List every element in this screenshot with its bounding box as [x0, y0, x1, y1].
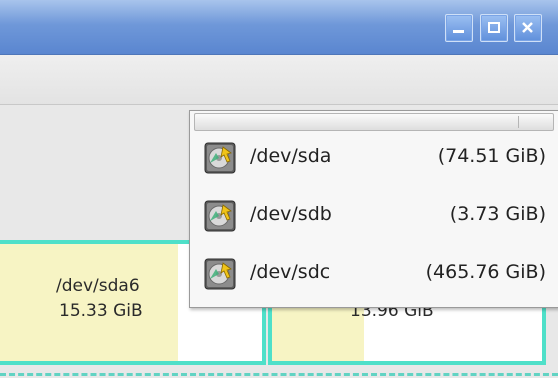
minimize-button[interactable]	[445, 14, 473, 42]
close-icon	[522, 22, 533, 33]
harddisk-icon	[204, 200, 236, 232]
partition-map-bottom-line	[0, 373, 558, 376]
partition-size: 15.33 GiB	[59, 301, 143, 321]
minimize-icon	[453, 30, 464, 33]
maximize-icon	[488, 22, 500, 33]
device-item-sda[interactable]: /dev/sda (74.51 GiB)	[190, 131, 558, 187]
toolbar	[0, 55, 558, 105]
maximize-button[interactable]	[480, 14, 508, 42]
device-size: (465.76 GiB)	[425, 261, 546, 283]
device-label: /dev/sdc	[250, 261, 331, 283]
partition-name: /dev/sda6	[56, 276, 140, 296]
close-button[interactable]	[514, 14, 542, 42]
device-label: /dev/sda	[250, 145, 332, 167]
device-size: (3.73 GiB)	[449, 203, 546, 225]
dropdown-header	[194, 113, 554, 131]
window-titlebar	[0, 0, 558, 55]
harddisk-icon	[204, 142, 236, 174]
device-label: /dev/sdb	[250, 203, 332, 225]
device-item-sdb[interactable]: /dev/sdb (3.73 GiB)	[190, 189, 558, 245]
device-dropdown: /dev/sda (74.51 GiB) /dev/sdb (3.73 GiB)…	[189, 110, 558, 308]
device-item-sdc[interactable]: /dev/sdc (465.76 GiB)	[190, 247, 558, 303]
dropdown-header-divider	[518, 116, 519, 128]
device-size: (74.51 GiB)	[437, 145, 546, 167]
harddisk-icon	[204, 258, 236, 290]
